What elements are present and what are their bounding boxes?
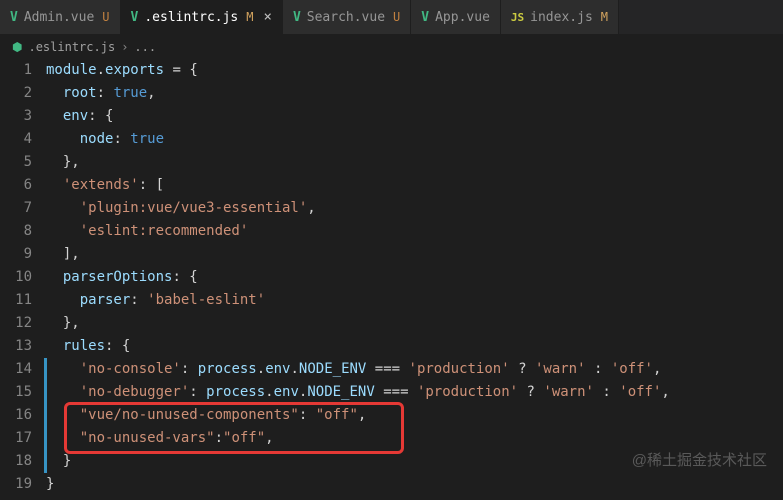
code-token: }, xyxy=(63,154,80,170)
code-token: . xyxy=(257,361,265,377)
js-icon: JS xyxy=(511,11,524,24)
editor-tabs: V Admin.vue U V .eslintrc.js M × V Searc… xyxy=(0,0,783,35)
code-token: : xyxy=(215,430,223,446)
breadcrumb-trail: ... xyxy=(134,40,156,54)
code-token: : { xyxy=(172,269,197,285)
line-gutter: 1234 5678 9101112 13141516 171819 xyxy=(0,59,46,496)
code-token: env xyxy=(63,108,88,124)
code-token: : [ xyxy=(139,177,164,193)
code-token: : xyxy=(594,384,619,400)
code-token: ? xyxy=(510,361,535,377)
code-token: ], xyxy=(63,246,80,262)
code-token: , xyxy=(265,430,273,446)
code-token: . xyxy=(265,384,273,400)
tab-status: M xyxy=(601,10,608,24)
watermark: @稀土掘金技术社区 xyxy=(632,449,767,470)
code-token: : xyxy=(299,407,316,423)
code-token: 'no-console' xyxy=(80,361,181,377)
code-token: true xyxy=(130,131,164,147)
code-token: 'production' xyxy=(409,361,510,377)
code-token: 'eslint:recommended' xyxy=(80,223,249,239)
code-token: 'extends' xyxy=(63,177,139,193)
code-token: 'plugin:vue/vue3-essential' xyxy=(80,200,308,216)
code-token: 'babel-eslint' xyxy=(147,292,265,308)
tab-label: Admin.vue xyxy=(24,10,94,25)
code-token: 'no-debugger' xyxy=(80,384,190,400)
tab-status: U xyxy=(393,10,400,24)
breadcrumb: ⬢ .eslintrc.js › ... xyxy=(0,35,783,59)
code-token: } xyxy=(63,453,71,469)
vue-icon: V xyxy=(293,10,301,25)
code-token: NODE_ENV xyxy=(299,361,366,377)
tab-status: M xyxy=(246,10,253,24)
code-token: 'off' xyxy=(611,361,653,377)
code-token: "off" xyxy=(316,407,358,423)
code-token: node xyxy=(80,131,114,147)
code-token: env xyxy=(274,384,299,400)
code-token: module xyxy=(46,62,97,78)
tab-eslintrc[interactable]: V .eslintrc.js M × xyxy=(121,0,283,34)
code-token: , xyxy=(307,200,315,216)
code-token: : xyxy=(586,361,611,377)
tab-label: App.vue xyxy=(435,10,490,25)
code-token: . xyxy=(290,361,298,377)
code-token: : xyxy=(130,292,147,308)
tab-app-vue[interactable]: V App.vue xyxy=(411,0,501,34)
code-token: === xyxy=(366,361,408,377)
code-token: process xyxy=(198,361,257,377)
code-token: 'warn' xyxy=(535,361,586,377)
code-token: , xyxy=(358,407,366,423)
code-token: true xyxy=(113,85,147,101)
code-token: env xyxy=(265,361,290,377)
close-icon[interactable]: × xyxy=(264,9,272,25)
code-token: = { xyxy=(164,62,198,78)
code-token: "no-unused-vars" xyxy=(80,430,215,446)
code-token: 'off' xyxy=(619,384,661,400)
code-token: "vue/no-unused-components" xyxy=(80,407,299,423)
vue-icon: ⬢ xyxy=(12,40,22,54)
vue-icon: V xyxy=(10,10,18,25)
code-area[interactable]: module.exports = { root: true, env: { no… xyxy=(46,59,783,496)
code-token: 'production' xyxy=(417,384,518,400)
vue-icon: V xyxy=(421,10,429,25)
code-token: ? xyxy=(518,384,543,400)
code-token: : { xyxy=(88,108,113,124)
code-token: : { xyxy=(105,338,130,354)
code-token: parserOptions xyxy=(63,269,173,285)
code-token: : xyxy=(113,131,130,147)
code-token: : xyxy=(181,361,198,377)
code-token: "off" xyxy=(223,430,265,446)
code-editor[interactable]: 1234 5678 9101112 13141516 171819 module… xyxy=(0,59,783,496)
breadcrumb-file[interactable]: .eslintrc.js xyxy=(28,40,115,54)
tab-index-js[interactable]: JS index.js M xyxy=(501,0,619,34)
code-token: === xyxy=(375,384,417,400)
vue-icon: V xyxy=(131,10,139,25)
code-token: NODE_ENV xyxy=(307,384,374,400)
code-token: , xyxy=(147,85,155,101)
tab-label: index.js xyxy=(530,10,593,25)
code-token: 'warn' xyxy=(543,384,594,400)
code-token: }, xyxy=(63,315,80,331)
code-token: , xyxy=(653,361,661,377)
tab-label: .eslintrc.js xyxy=(144,10,238,25)
code-token: : xyxy=(189,384,206,400)
code-token: . xyxy=(97,62,105,78)
code-token: process xyxy=(206,384,265,400)
tab-admin-vue[interactable]: V Admin.vue U xyxy=(0,0,121,34)
code-token: rules xyxy=(63,338,105,354)
code-token: , xyxy=(661,384,669,400)
code-token: : xyxy=(97,85,114,101)
code-token: exports xyxy=(105,62,164,78)
code-token: parser xyxy=(80,292,131,308)
tab-label: Search.vue xyxy=(307,10,385,25)
tab-status: U xyxy=(102,10,109,24)
tab-search-vue[interactable]: V Search.vue U xyxy=(283,0,411,34)
code-token: } xyxy=(46,476,54,492)
code-token: root xyxy=(63,85,97,101)
chevron-right-icon: › xyxy=(121,40,128,54)
